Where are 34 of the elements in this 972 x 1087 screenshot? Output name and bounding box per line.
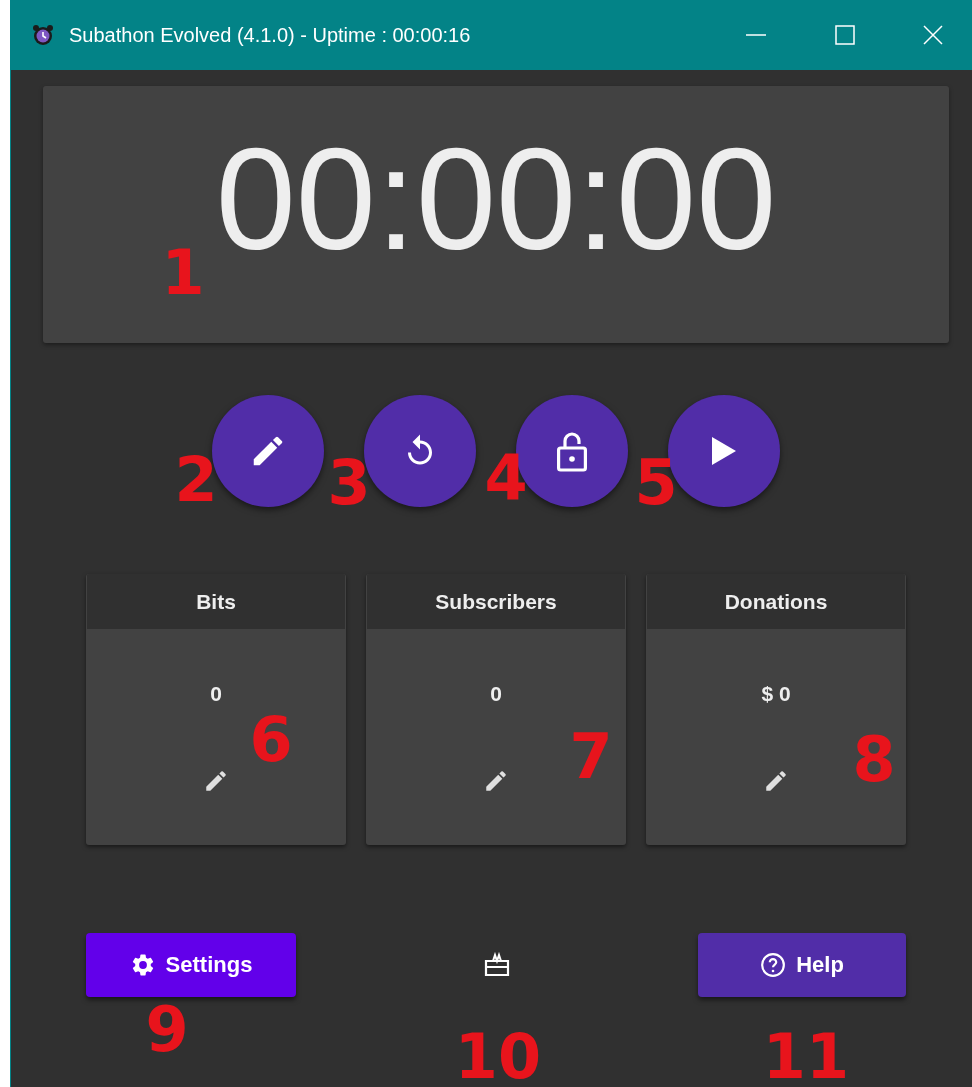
counter-value: 0: [210, 682, 222, 706]
counter-value: $ 0: [761, 682, 791, 706]
annotation-number: 4: [484, 447, 528, 509]
timer-display: 00:00:00: [215, 127, 777, 272]
help-button[interactable]: Help: [698, 933, 906, 997]
pencil-icon: [483, 768, 509, 794]
window-title: Subathon Evolved (4.1.0) - Uptime : 00:00:16: [69, 23, 471, 47]
help-icon: [760, 952, 787, 978]
play-icon: [712, 437, 736, 465]
counter-value: 0: [490, 682, 502, 706]
annotation-number: 7: [569, 726, 613, 788]
edit-button[interactable]: [763, 768, 789, 794]
annotation-number: 5: [634, 452, 678, 514]
annotation-number: 6: [249, 709, 293, 771]
edit-button[interactable]: [203, 768, 229, 794]
card-title: Subscribers: [435, 589, 557, 614]
unlocked-padlock-icon: [555, 430, 589, 472]
settings-button[interactable]: Settings: [86, 933, 296, 997]
gift-card-icon[interactable]: [483, 952, 511, 978]
pencil-icon: [203, 768, 229, 794]
annotation-number: 1: [161, 242, 205, 304]
annotation-number: 8: [852, 729, 896, 791]
annotation-number: 9: [145, 999, 189, 1061]
edit-button[interactable]: [483, 768, 509, 794]
annotation-number: 11: [762, 1026, 850, 1087]
annotation-number: 3: [327, 452, 371, 514]
pencil-icon: [763, 768, 789, 794]
maximize-icon[interactable]: [835, 25, 855, 45]
annotation-number: 2: [174, 449, 218, 511]
close-icon[interactable]: [923, 25, 943, 45]
card-title: Bits: [196, 589, 236, 614]
alarm-clock-icon: [32, 24, 54, 46]
annotation-number: 10: [454, 1026, 542, 1087]
card-title: Donations: [724, 589, 828, 614]
